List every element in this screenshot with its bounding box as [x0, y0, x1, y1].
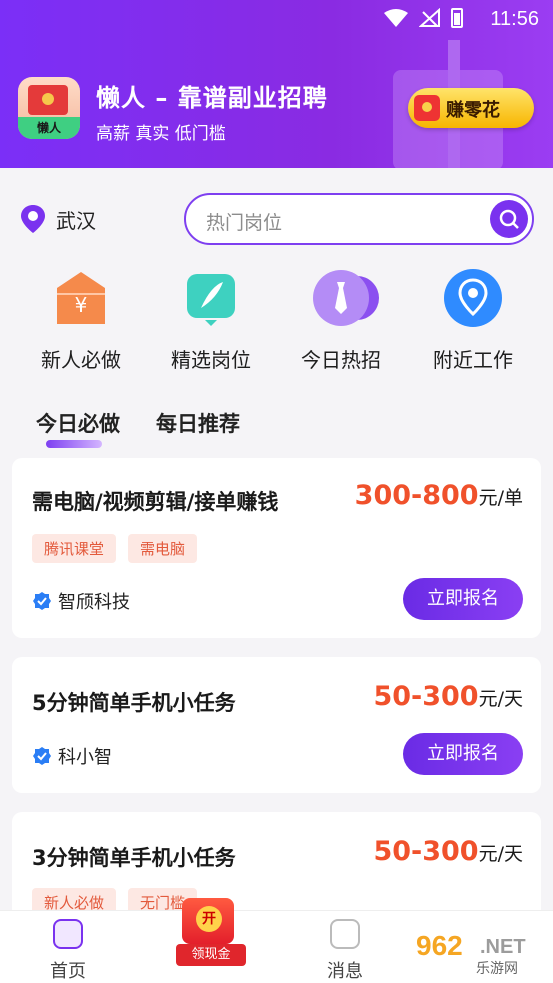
job-salary: 50-300元/天: [373, 681, 523, 712]
job-title: 5分钟简单手机小任务: [32, 691, 236, 715]
job-card[interactable]: 5分钟简单手机小任务 50-300元/天 科小智 立即报名: [12, 657, 541, 793]
earn-button[interactable]: 赚零花: [408, 88, 534, 128]
job-salary: 50-300元/天: [373, 836, 523, 867]
app-logo-label: 懒人: [18, 117, 80, 139]
coupon-icon: ¥: [51, 268, 111, 328]
home-icon: [53, 919, 83, 949]
wifi-icon: [384, 9, 408, 27]
search-button[interactable]: [490, 200, 528, 238]
job-tag: 需电脑: [128, 534, 198, 563]
no-signal-icon: [419, 8, 440, 27]
apply-button[interactable]: 立即报名: [403, 733, 523, 775]
site-watermark: 962 .NET 乐游网: [416, 930, 526, 977]
red-packet-icon: [414, 95, 440, 121]
search-input[interactable]: 热门岗位: [184, 193, 534, 245]
verified-icon: [33, 592, 51, 610]
status-bar: 11:56: [0, 0, 553, 40]
tab-daily-recommend[interactable]: 每日推荐: [156, 408, 240, 438]
job-title: 3分钟简单手机小任务: [32, 846, 236, 870]
feather-icon: [181, 268, 241, 328]
open-badge: 开: [196, 906, 222, 932]
job-tag: 腾讯课堂: [32, 534, 117, 563]
category-grid: ¥ 新人必做 精选岗位 今日热招 附近工作: [0, 268, 553, 378]
app-header: 11:56 懒人 懒人 – 靠谱副业招聘 高薪 真实 低门槛 赚零花: [0, 0, 553, 168]
location-pin-icon: [21, 205, 45, 233]
message-icon: [330, 919, 360, 949]
location-label: 武汉: [56, 208, 96, 233]
apply-button[interactable]: 立即报名: [403, 578, 523, 620]
tab-today-must[interactable]: 今日必做: [36, 408, 120, 448]
category-newcomer[interactable]: ¥ 新人必做: [16, 268, 146, 373]
claim-cash-label: 领现金: [176, 944, 246, 966]
nav-home[interactable]: 首页: [18, 919, 118, 983]
location-selector[interactable]: 武汉: [20, 204, 96, 234]
nav-claim-cash[interactable]: 开 领现金: [176, 896, 246, 966]
category-nearby-jobs[interactable]: 附近工作: [408, 268, 538, 373]
job-card[interactable]: 需电脑/视频剪辑/接单赚钱 300-800元/单 腾讯课堂 需电脑 智颀科技 立…: [12, 458, 541, 638]
verified-icon: [33, 747, 51, 765]
job-company: 智颀科技: [32, 588, 130, 614]
category-selected-jobs[interactable]: 精选岗位: [146, 268, 276, 373]
feed-tabs: 今日必做 每日推荐: [36, 408, 240, 448]
nav-messages[interactable]: 消息: [295, 919, 395, 983]
earn-button-label: 赚零花: [446, 100, 500, 121]
job-salary: 300-800元/单: [354, 480, 523, 511]
status-time: 11:56: [490, 8, 539, 30]
job-title: 需电脑/视频剪辑/接单赚钱: [32, 490, 279, 514]
app-logo: 懒人: [18, 77, 80, 139]
battery-icon: [451, 8, 463, 28]
job-company: 科小智: [32, 743, 112, 769]
job-tags: 腾讯课堂 需电脑: [32, 534, 198, 563]
category-hot-today[interactable]: 今日热招: [276, 268, 406, 373]
app-title: 懒人 – 靠谱副业招聘: [96, 84, 328, 112]
search-placeholder: 热门岗位: [206, 212, 283, 234]
tie-icon: [311, 268, 379, 328]
search-icon: [499, 209, 519, 229]
svg-text:¥: ¥: [75, 293, 88, 317]
location-icon: [443, 268, 503, 328]
app-subtitle: 高薪 真实 低门槛: [96, 124, 226, 144]
